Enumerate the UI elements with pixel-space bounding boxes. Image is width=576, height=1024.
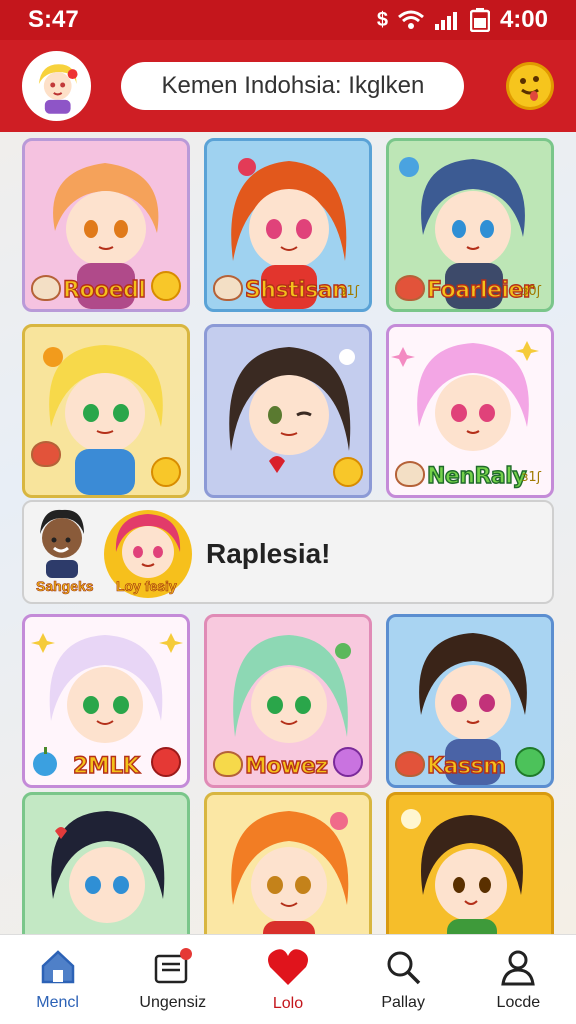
bottom-nav: Mencl Ungensiz Lolo Pallay Locde: [0, 934, 576, 1024]
banner-label-left: Sahgeks: [36, 578, 94, 595]
inbox-icon: [154, 947, 192, 983]
card-name: Shstisan: [244, 277, 348, 303]
card-name: Kassm: [426, 753, 506, 779]
character-card[interactable]: NenRaly ɜ1ʃ: [386, 324, 554, 498]
app-header: Kemen Indohsia: Ikglken: [0, 40, 576, 132]
search-text: Kemen Indohsia: Ikglken: [161, 72, 425, 99]
nav-search[interactable]: Pallay: [348, 940, 458, 1020]
signal-icon: [434, 12, 457, 30]
battery-icon: [469, 8, 490, 32]
character-card[interactable]: [22, 324, 190, 498]
character-card[interactable]: Rooedl: [22, 138, 190, 312]
nav-label: Locde: [496, 993, 541, 1011]
nav-label: Pallay: [381, 993, 425, 1011]
card-name: Mowez: [244, 753, 328, 779]
character-card[interactable]: Kassm: [386, 614, 554, 788]
smiley-badge-icon: [151, 271, 181, 301]
heart-icon: [267, 948, 308, 985]
smiley-badge-icon: [515, 747, 545, 777]
dollar-icon: $: [376, 8, 388, 31]
character-card[interactable]: Mowez: [204, 614, 372, 788]
status-bar: S:47 $ 4:00: [0, 0, 576, 40]
card-tag: ɜ0ʃ: [521, 284, 541, 299]
promo-banner[interactable]: Sahgeks Loy fesiy Raplesia!: [22, 500, 554, 604]
smiley-badge-icon: [333, 457, 363, 487]
nav-profile[interactable]: Locde: [463, 940, 573, 1020]
bear-icon: [395, 461, 425, 487]
character-card[interactable]: 2MLK: [22, 614, 190, 788]
character-card[interactable]: Shstisan ɜ1ʃ: [204, 138, 372, 312]
card-name: NenRaly: [426, 463, 527, 489]
card-name: Rooedl: [62, 277, 146, 303]
bear-icon: [213, 751, 243, 777]
banner-title: Raplesia!: [206, 538, 331, 569]
smiley-badge-icon: [151, 457, 181, 487]
search-icon: [387, 951, 421, 984]
character-card[interactable]: [22, 792, 190, 934]
nav-label: Ungensiz: [139, 993, 207, 1011]
status-time: S:47: [28, 6, 79, 33]
character-grid: Rooedl Shstisan ɜ1ʃ Foarleier ɜ0ʃ NenRal…: [0, 132, 576, 934]
smiley-icon[interactable]: [506, 62, 554, 110]
card-name: Foarleier: [426, 277, 534, 303]
status-clock: 4:00: [499, 6, 548, 33]
character-card[interactable]: Foarleier ɜ0ʃ: [386, 138, 554, 312]
nav-label: Mencl: [36, 993, 79, 1011]
card-name: 2MLK: [72, 753, 140, 779]
nav-home[interactable]: Mencl: [3, 940, 113, 1020]
search-input[interactable]: Kemen Indohsia: Ikglken: [121, 62, 465, 110]
avatar[interactable]: [22, 51, 92, 121]
angry-badge-icon: [151, 747, 181, 777]
smiley-badge-icon: [333, 747, 363, 777]
profile-icon: [501, 950, 536, 985]
bear-icon: [395, 751, 425, 777]
nav-favorites[interactable]: Lolo: [233, 940, 343, 1020]
bear-icon: [31, 275, 61, 301]
home-icon: [41, 949, 74, 983]
bear-icon: [395, 275, 425, 301]
bear-icon: [31, 441, 61, 467]
apple-icon: [33, 747, 57, 776]
character-card[interactable]: [386, 792, 554, 934]
card-tag: ɜ1ʃ: [339, 284, 359, 299]
wifi-icon: [397, 10, 424, 29]
character-card[interactable]: [204, 324, 372, 498]
status-icons: $ 4:00: [377, 6, 548, 34]
card-tag: ɜ1ʃ: [521, 470, 541, 485]
nav-inbox[interactable]: Ungensiz: [118, 940, 228, 1020]
bear-icon: [213, 275, 243, 301]
character-card[interactable]: [204, 792, 372, 934]
banner-label-right: Loy fesiy: [116, 578, 177, 595]
nav-label: Lolo: [272, 994, 304, 1012]
